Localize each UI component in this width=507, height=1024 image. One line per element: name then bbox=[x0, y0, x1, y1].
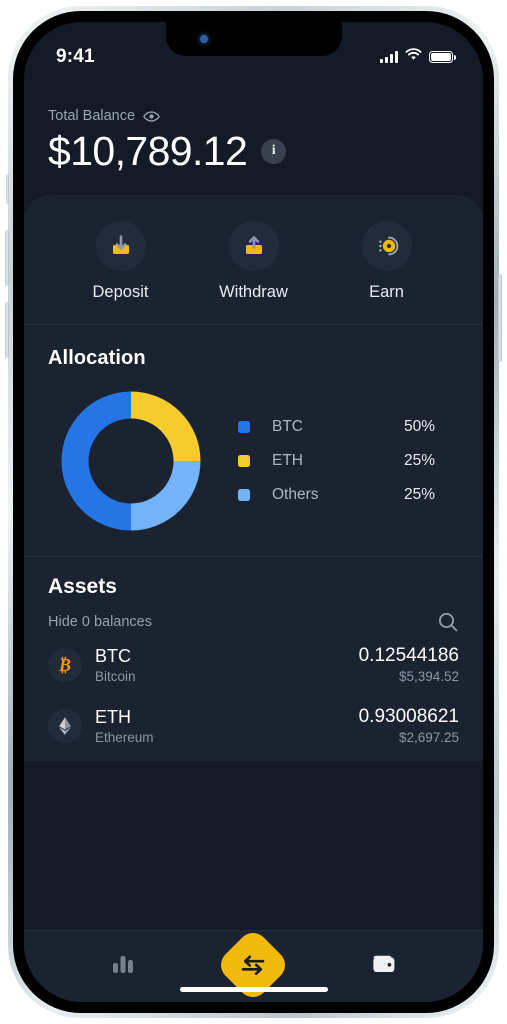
legend-swatch-btc bbox=[238, 421, 250, 433]
notch bbox=[165, 22, 342, 56]
allocation-title: Allocation bbox=[48, 347, 146, 369]
wifi-icon bbox=[405, 48, 422, 66]
allocation-donut-chart bbox=[56, 386, 206, 536]
legend-swatch-eth bbox=[238, 455, 250, 467]
cellular-signal-icon bbox=[380, 51, 398, 63]
deposit-label: Deposit bbox=[92, 283, 149, 301]
table-row[interactable]: B BTC Bitcoin 0.12544186 $5,394.52 bbox=[48, 633, 459, 694]
legend-item-others: Others 25% bbox=[238, 486, 459, 504]
donut-slice-others bbox=[130, 460, 201, 531]
allocation-body: BTC 50% ETH 25% Others 25% bbox=[48, 386, 459, 536]
legend-label-btc: BTC bbox=[272, 418, 303, 435]
total-balance-amount: $10,789.12 bbox=[48, 128, 248, 174]
withdraw-icon bbox=[228, 221, 279, 271]
legend-item-eth: ETH 25% bbox=[238, 452, 459, 470]
asset-name: Bitcoin bbox=[95, 668, 136, 684]
asset-names: ETH Ethereum bbox=[95, 707, 154, 745]
legend-value-eth: 25% bbox=[403, 452, 435, 469]
volume-up-button[interactable] bbox=[5, 230, 9, 286]
battery-icon bbox=[429, 51, 456, 63]
nav-markets-button[interactable] bbox=[95, 944, 151, 990]
info-icon[interactable]: i bbox=[261, 139, 287, 164]
asset-names: BTC Bitcoin bbox=[95, 646, 136, 684]
legend-value-others: 25% bbox=[403, 486, 435, 503]
asset-fiat-value: $2,697.25 bbox=[398, 730, 459, 745]
assets-subrow: Hide 0 balances bbox=[48, 611, 459, 633]
asset-symbol: BTC bbox=[95, 645, 131, 666]
bitcoin-icon: B bbox=[48, 647, 82, 682]
hide-balances-toggle[interactable]: Hide 0 balances bbox=[48, 614, 152, 630]
deposit-button[interactable]: Deposit bbox=[54, 221, 187, 302]
asset-values: 0.12544186 $5,394.52 bbox=[359, 645, 459, 684]
legend-value-btc: 50% bbox=[403, 418, 435, 435]
asset-amount: 0.93008621 bbox=[358, 706, 459, 727]
donut-slice-btc bbox=[61, 391, 132, 531]
eye-icon[interactable] bbox=[143, 110, 160, 122]
asset-values: 0.93008621 $2,697.25 bbox=[359, 706, 459, 745]
assets-title: Assets bbox=[48, 575, 117, 598]
legend-label-eth: ETH bbox=[272, 452, 303, 469]
power-button[interactable] bbox=[498, 274, 502, 362]
asset-fiat-value: $5,394.52 bbox=[398, 669, 459, 684]
earn-button[interactable]: Earn bbox=[320, 221, 453, 302]
nav-wallet-button[interactable] bbox=[356, 944, 412, 990]
bar-chart-icon bbox=[110, 952, 136, 981]
allocation-legend: BTC 50% ETH 25% Others 25% bbox=[216, 418, 459, 504]
quick-actions: Deposit Withdraw Earn bbox=[24, 195, 483, 324]
balance-row: $10,789.12 i bbox=[48, 128, 459, 175]
allocation-section: Allocation BTC 50% ETH 25% Others 25% bbox=[24, 325, 483, 556]
legend-swatch-others bbox=[238, 489, 250, 501]
swap-arrows-icon bbox=[239, 953, 267, 977]
silent-switch[interactable] bbox=[6, 174, 9, 204]
asset-amount: 0.12544186 bbox=[358, 645, 459, 666]
status-time: 9:41 bbox=[56, 46, 95, 67]
balance-label: Total Balance bbox=[48, 108, 136, 124]
withdraw-button[interactable]: Withdraw bbox=[187, 221, 320, 302]
phone-screen: 9:41 Total Balance $10,789.12 i Deposit … bbox=[24, 22, 483, 1002]
legend-label-others: Others bbox=[272, 486, 319, 503]
assets-section: Assets Hide 0 balances B BTC Bitcoin 0.1… bbox=[24, 557, 483, 761]
front-camera-icon bbox=[199, 35, 208, 43]
main-card-panel: Deposit Withdraw Earn Allocation BTC 50%… bbox=[24, 195, 483, 761]
asset-symbol: ETH bbox=[95, 706, 131, 727]
ethereum-icon bbox=[48, 708, 82, 743]
earn-label: Earn bbox=[369, 283, 404, 301]
app-root: Total Balance $10,789.12 i Deposit Withd… bbox=[24, 22, 483, 1002]
asset-name: Ethereum bbox=[95, 729, 154, 745]
legend-item-btc: BTC 50% bbox=[238, 418, 459, 436]
volume-down-button[interactable] bbox=[5, 302, 9, 358]
wallet-icon bbox=[370, 952, 398, 981]
svg-text:B: B bbox=[58, 655, 71, 675]
withdraw-label: Withdraw bbox=[219, 283, 288, 301]
status-indicators bbox=[380, 48, 456, 66]
home-indicator bbox=[179, 987, 328, 992]
table-row[interactable]: ETH Ethereum 0.93008621 $2,697.25 bbox=[48, 694, 459, 755]
earn-icon bbox=[361, 221, 412, 271]
balance-label-row[interactable]: Total Balance bbox=[48, 108, 459, 124]
nav-swap-button[interactable] bbox=[215, 926, 292, 1002]
donut-slice-eth bbox=[130, 391, 201, 462]
scroll-area[interactable]: Total Balance $10,789.12 i Deposit Withd… bbox=[24, 22, 483, 930]
search-icon[interactable] bbox=[437, 611, 459, 633]
deposit-icon bbox=[95, 221, 146, 271]
